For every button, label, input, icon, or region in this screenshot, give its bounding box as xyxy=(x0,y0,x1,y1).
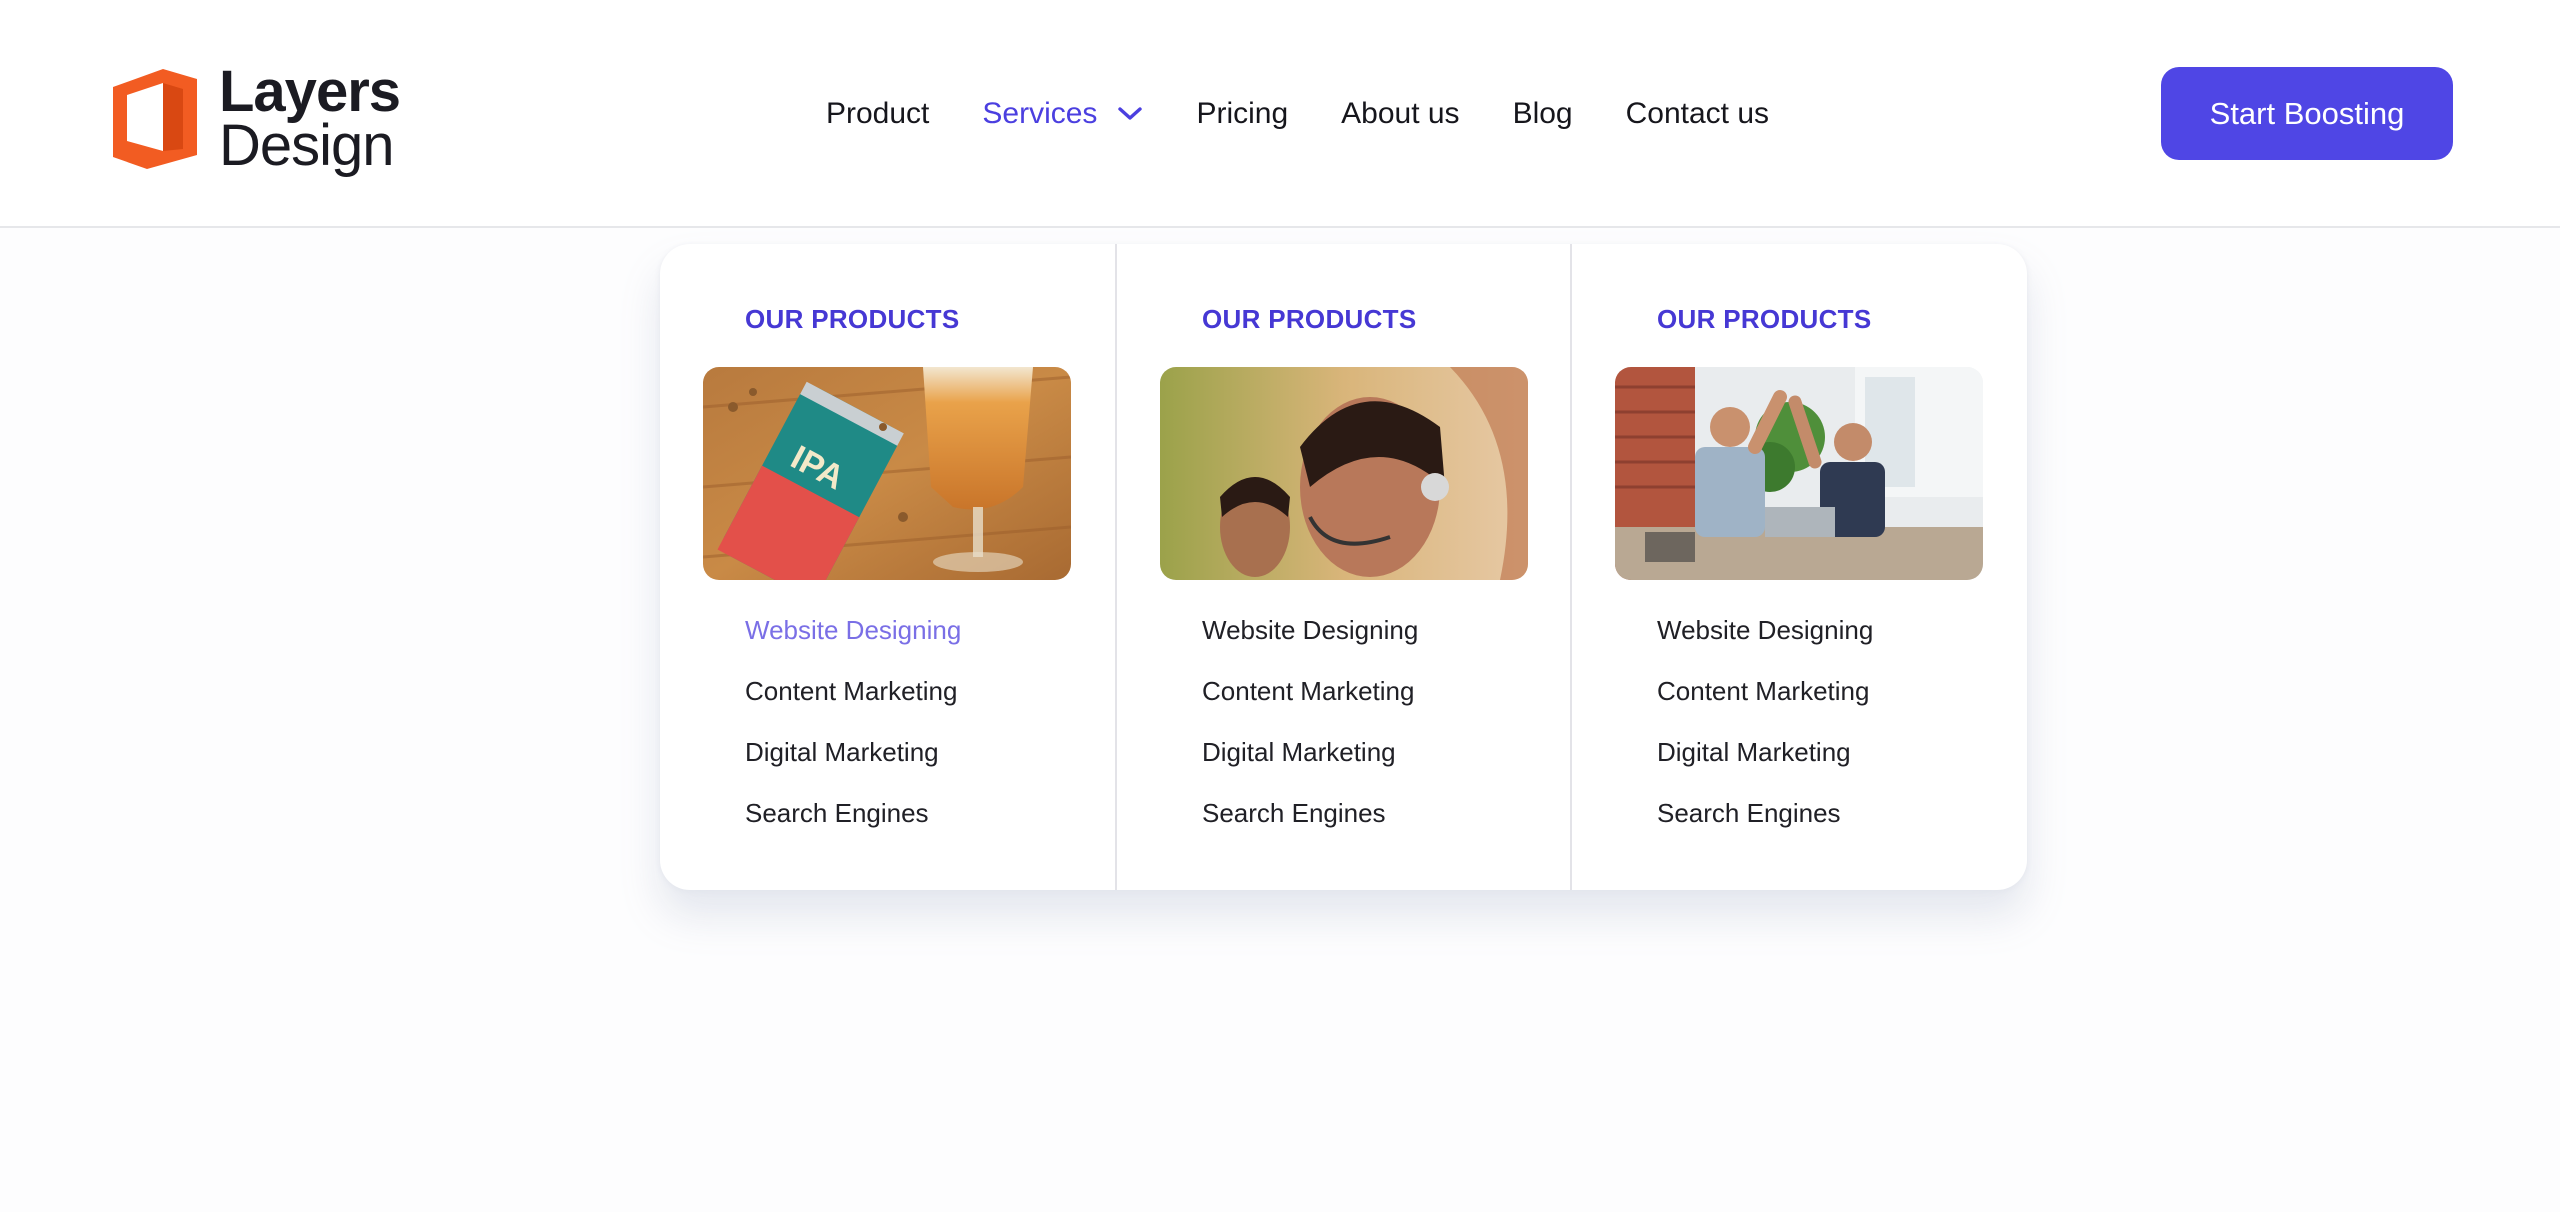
nav-item-services[interactable]: Services xyxy=(982,97,1143,131)
menu-column-1: OUR PRODUCTS IPA Website Designing Conte… xyxy=(660,244,1115,890)
menu-link-content-marketing[interactable]: Content Marketing xyxy=(745,673,961,734)
menu-link-search-engines[interactable]: Search Engines xyxy=(745,795,961,856)
menu-link-list: Website Designing Content Marketing Digi… xyxy=(745,612,961,856)
nav-item-blog[interactable]: Blog xyxy=(1513,97,1573,131)
nav-item-pricing[interactable]: Pricing xyxy=(1196,97,1288,131)
layers-logo-icon xyxy=(113,69,197,169)
start-boosting-button[interactable]: Start Boosting xyxy=(2161,67,2453,160)
menu-link-website-designing[interactable]: Website Designing xyxy=(1202,612,1418,673)
menu-link-search-engines[interactable]: Search Engines xyxy=(1202,795,1418,856)
menu-link-search-engines[interactable]: Search Engines xyxy=(1657,795,1873,856)
call-center-photo[interactable] xyxy=(1160,367,1528,580)
logo-line-2: Design xyxy=(219,113,395,178)
site-header: Layers Design Product Services Pricing A… xyxy=(0,0,2560,228)
menu-column-2: OUR PRODUCTS Website Designing Content M… xyxy=(1115,244,1570,890)
logo-line-1: Layers xyxy=(219,59,401,124)
office-high-five-photo[interactable] xyxy=(1615,367,1983,580)
logo[interactable]: Layers Design xyxy=(113,60,403,178)
beer-can-photo[interactable]: IPA xyxy=(703,367,1071,580)
menu-link-website-designing[interactable]: Website Designing xyxy=(1657,612,1873,673)
menu-link-list: Website Designing Content Marketing Digi… xyxy=(1657,612,1873,856)
logo-wordmark: Layers Design xyxy=(219,59,401,178)
nav-item-about-us[interactable]: About us xyxy=(1341,97,1459,131)
menu-link-content-marketing[interactable]: Content Marketing xyxy=(1202,673,1418,734)
menu-link-website-designing[interactable]: Website Designing xyxy=(745,612,961,673)
nav-item-product[interactable]: Product xyxy=(826,97,929,131)
column-heading: OUR PRODUCTS xyxy=(1657,304,1872,334)
column-heading: OUR PRODUCTS xyxy=(745,304,960,334)
column-heading: OUR PRODUCTS xyxy=(1202,304,1417,334)
menu-link-digital-marketing[interactable]: Digital Marketing xyxy=(745,734,961,795)
main-nav: Product Services Pricing About us Blog C… xyxy=(826,90,1822,138)
menu-link-digital-marketing[interactable]: Digital Marketing xyxy=(1657,734,1873,795)
menu-link-digital-marketing[interactable]: Digital Marketing xyxy=(1202,734,1418,795)
menu-link-content-marketing[interactable]: Content Marketing xyxy=(1657,673,1873,734)
menu-link-list: Website Designing Content Marketing Digi… xyxy=(1202,612,1418,856)
menu-column-3: OUR PRODUCTS Website Designing Content M… xyxy=(1570,244,2027,890)
nav-item-services-label: Services xyxy=(982,97,1098,130)
nav-item-contact-us[interactable]: Contact us xyxy=(1626,97,1769,131)
services-mega-menu: OUR PRODUCTS IPA Website Designing Conte… xyxy=(660,244,2027,890)
chevron-down-icon xyxy=(1118,107,1143,120)
